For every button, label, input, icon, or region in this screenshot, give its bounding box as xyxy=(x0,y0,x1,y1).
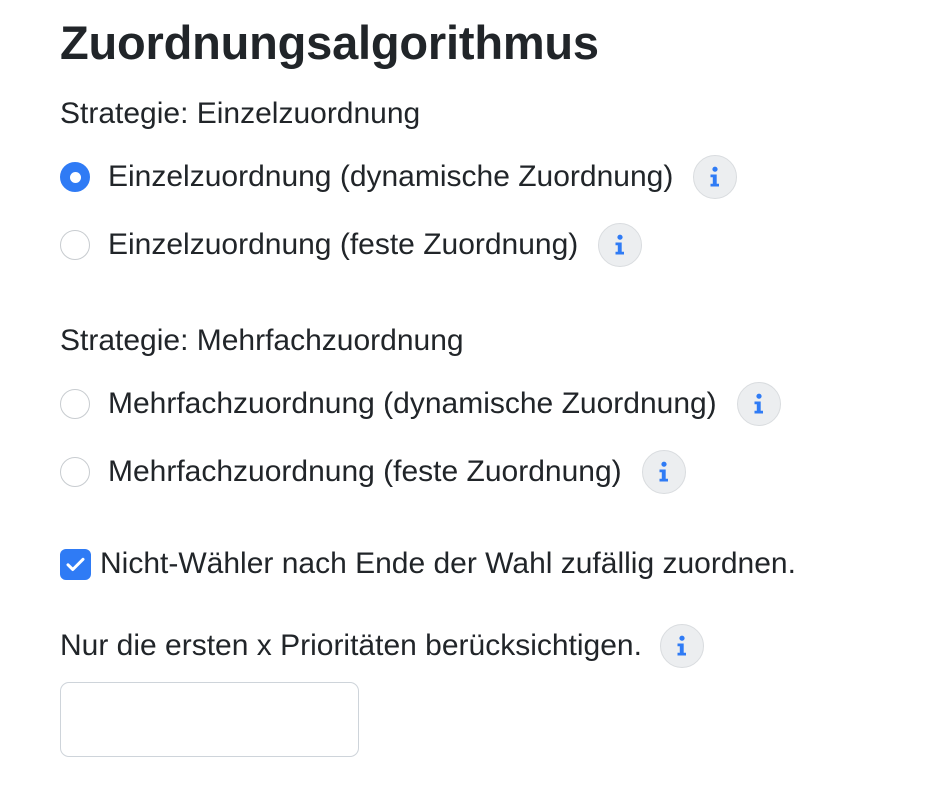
random-assign-checkbox[interactable] xyxy=(60,548,91,580)
random-assign-row[interactable]: Nicht-Wähler nach Ende der Wahl zufällig… xyxy=(60,542,920,586)
radio-multi-dynamic[interactable] xyxy=(60,389,90,419)
priorities-label: Nur die ersten x Prioritäten berücksicht… xyxy=(60,629,642,662)
option-single-fixed-label[interactable]: Einzelzuordnung (feste Zuordnung) xyxy=(108,225,578,265)
radio-multi-fixed[interactable] xyxy=(60,457,90,487)
option-single-dynamic-label[interactable]: Einzelzuordnung (dynamische Zuordnung) xyxy=(108,157,673,197)
page-title: Zuordnungsalgorithmus xyxy=(60,16,599,69)
info-icon[interactable] xyxy=(736,382,781,426)
random-assign-label[interactable]: Nicht-Wähler nach Ende der Wahl zufällig… xyxy=(100,544,796,584)
info-icon[interactable] xyxy=(641,450,686,494)
option-multi-dynamic-label[interactable]: Mehrfachzuordnung (dynamische Zuordnung) xyxy=(108,384,717,424)
option-single-dynamic[interactable]: Einzelzuordnung (dynamische Zuordnung) xyxy=(60,153,920,201)
checkmark-icon xyxy=(66,557,85,571)
priorities-row: Nur die ersten x Prioritäten berücksicht… xyxy=(60,622,920,670)
info-icon[interactable] xyxy=(659,624,704,668)
option-single-fixed[interactable]: Einzelzuordnung (feste Zuordnung) xyxy=(60,221,920,269)
option-multi-fixed[interactable]: Mehrfachzuordnung (feste Zuordnung) xyxy=(60,448,920,496)
option-multi-dynamic[interactable]: Mehrfachzuordnung (dynamische Zuordnung) xyxy=(60,380,920,428)
info-icon[interactable] xyxy=(598,223,643,267)
multi-strategy-group: Strategie: Mehrfachzuordnung Mehrfachzuo… xyxy=(60,321,920,496)
single-strategy-title: Strategie: Einzelzuordnung xyxy=(60,97,421,130)
single-strategy-group: Strategie: Einzelzuordnung Einzelzuordnu… xyxy=(60,94,920,269)
radio-single-fixed[interactable] xyxy=(60,230,90,260)
radio-single-dynamic[interactable] xyxy=(60,162,90,192)
option-multi-fixed-label[interactable]: Mehrfachzuordnung (feste Zuordnung) xyxy=(108,452,622,492)
multi-strategy-title: Strategie: Mehrfachzuordnung xyxy=(60,324,464,357)
allocation-algorithm-form: Zuordnungsalgorithmus Strategie: Einzelz… xyxy=(60,14,920,757)
priorities-input[interactable] xyxy=(60,682,359,757)
info-icon[interactable] xyxy=(693,155,738,199)
